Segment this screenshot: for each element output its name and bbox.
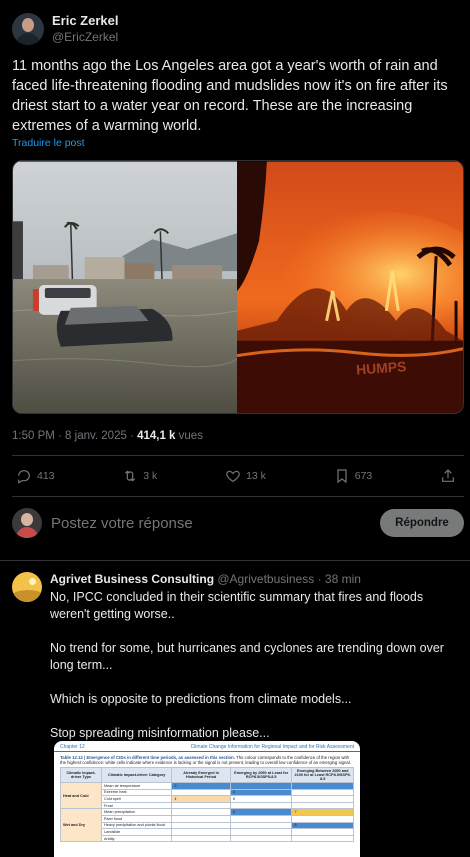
repost-count: 3 k <box>143 470 158 482</box>
reply-paragraph: No, IPCC concluded in their scientific s… <box>50 590 424 621</box>
flooded-street-photo[interactable] <box>13 161 237 414</box>
share-action[interactable] <box>440 468 456 484</box>
reply-author-avatar[interactable] <box>12 572 42 602</box>
like-count: 13 k <box>246 470 266 482</box>
reply-submit-button[interactable]: Répondre <box>380 509 464 537</box>
reply-time[interactable]: · 38 min <box>314 572 361 586</box>
bookmark-count: 673 <box>354 470 373 482</box>
reply-action[interactable]: 413 <box>16 468 55 484</box>
repost-action[interactable]: 3 k <box>122 468 157 484</box>
share-icon <box>442 469 454 482</box>
reply-author-handle[interactable]: @Agrivetbusiness <box>217 572 314 586</box>
tweet-text: 11 months ago the Los Angeles area got a… <box>12 58 448 134</box>
wildfire-photo[interactable]: HUMPS <box>237 161 463 414</box>
reply-icon <box>18 470 30 484</box>
repost-icon <box>125 470 136 482</box>
doc-caption: Table 12.12 | Emergence of CIDs in diffe… <box>60 755 351 765</box>
reply-input[interactable] <box>51 514 380 532</box>
reply-count: 413 <box>37 470 55 482</box>
reply-composer: Répondre <box>12 507 464 539</box>
like-action[interactable]: 13 k <box>225 468 266 484</box>
translate-link[interactable]: Traduire le post <box>12 137 85 149</box>
reply-header: Agrivet Business Consulting @Agrivetbusi… <box>50 572 361 586</box>
reply-paragraph: No trend for some, but hurricanes and cy… <box>50 641 444 672</box>
current-user-avatar[interactable] <box>12 508 42 538</box>
doc-chapter: Chapter 12 <box>60 744 85 750</box>
doc-table: Climatic Impact-driver Type Climatic Imp… <box>59 767 354 843</box>
reply-attached-image[interactable]: Chapter 12 Climate Change Information fo… <box>54 741 360 857</box>
bookmark-action[interactable]: 673 <box>334 468 373 484</box>
tweet-timestamp[interactable]: 1:50 PM · 8 janv. 2025 · <box>12 430 137 442</box>
author-avatar[interactable] <box>12 13 44 45</box>
divider <box>0 560 470 561</box>
tweet-media[interactable]: HUMPS <box>12 160 464 414</box>
author-handle[interactable]: @EricZerkel <box>52 29 119 46</box>
views-label: vues <box>175 430 203 442</box>
divider <box>12 455 464 456</box>
tweet-author[interactable]: Eric Zerkel @EricZerkel <box>12 12 119 46</box>
bookmark-icon <box>337 469 347 484</box>
divider <box>12 496 464 497</box>
reply-author-name[interactable]: Agrivet Business Consulting <box>50 572 214 586</box>
reply-paragraph: Stop spreading misinformation please... <box>50 726 270 740</box>
heart-icon <box>226 470 240 483</box>
doc-header-right: Climate Change Information for Regional … <box>190 744 354 750</box>
tweet-meta: 1:50 PM · 8 janv. 2025 · 414,1 k vues <box>12 430 203 442</box>
reply-text: No, IPCC concluded in their scientific s… <box>50 589 450 759</box>
tweet-actions: 413 3 k 13 k 673 <box>16 468 456 484</box>
author-display-name[interactable]: Eric Zerkel <box>52 12 119 29</box>
reply-paragraph: Which is opposite to predictions from cl… <box>50 692 352 706</box>
views-count: 414,1 k <box>137 430 176 442</box>
